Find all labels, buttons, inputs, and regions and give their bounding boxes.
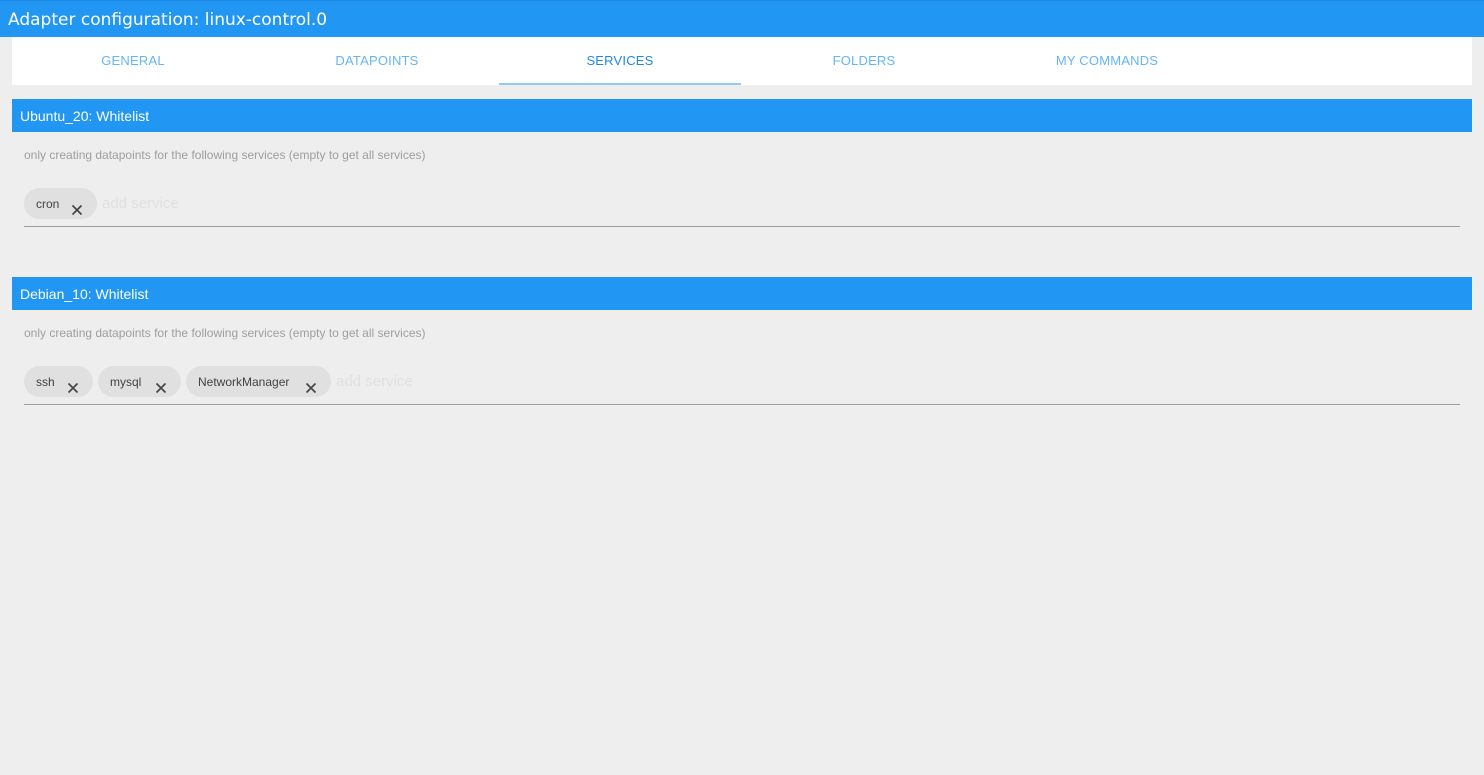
service-chip-input[interactable]: cron bbox=[24, 187, 1460, 227]
tab-bar: GENERAL DATAPOINTS SERVICES FOLDERS MY C… bbox=[12, 37, 1472, 85]
section-header: Ubuntu_20: Whitelist bbox=[12, 99, 1472, 132]
close-icon[interactable] bbox=[66, 375, 80, 394]
active-tab-indicator bbox=[499, 83, 741, 85]
close-icon[interactable] bbox=[154, 375, 168, 394]
service-chip: NetworkManager bbox=[186, 366, 331, 397]
section-ubuntu-whitelist: Ubuntu_20: Whitelist only creating datap… bbox=[12, 99, 1472, 227]
add-service-input[interactable] bbox=[336, 369, 636, 393]
title-bar: Adapter configuration: linux-control.0 bbox=[0, 0, 1484, 37]
chip-label: cron bbox=[36, 197, 60, 211]
section-help-text: only creating datapoints for the followi… bbox=[24, 148, 426, 162]
section-header: Debian_10: Whitelist bbox=[12, 277, 1472, 310]
tab-my-commands[interactable]: MY COMMANDS bbox=[986, 37, 1228, 85]
service-chip: mysql bbox=[98, 366, 181, 397]
chip-label: ssh bbox=[36, 375, 55, 389]
service-chip: cron bbox=[24, 188, 97, 219]
tab-general[interactable]: GENERAL bbox=[12, 37, 254, 85]
service-chip: ssh bbox=[24, 366, 93, 397]
chip-label: mysql bbox=[110, 375, 142, 389]
chip-label: NetworkManager bbox=[198, 375, 290, 389]
tab-services[interactable]: SERVICES bbox=[499, 37, 741, 85]
tab-folders[interactable]: FOLDERS bbox=[743, 37, 985, 85]
section-debian-whitelist: Debian_10: Whitelist only creating datap… bbox=[12, 277, 1472, 405]
service-chip-input[interactable]: ssh mysql NetworkManager bbox=[24, 365, 1460, 405]
add-service-input[interactable] bbox=[102, 191, 402, 215]
window-title: Adapter configuration: linux-control.0 bbox=[8, 10, 328, 30]
close-icon[interactable] bbox=[304, 375, 318, 394]
section-help-text: only creating datapoints for the followi… bbox=[24, 326, 426, 340]
tab-datapoints[interactable]: DATAPOINTS bbox=[256, 37, 498, 85]
close-icon[interactable] bbox=[70, 197, 84, 216]
